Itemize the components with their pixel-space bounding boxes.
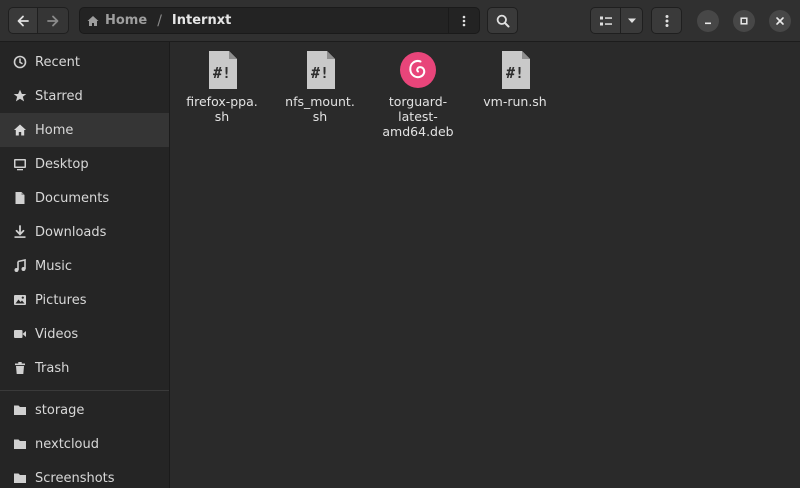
- sidebar-item-label: Starred: [35, 88, 83, 104]
- breadcrumb-home-label: Home: [105, 13, 148, 28]
- sidebar: Recent Starred Home Desktop Documents Do…: [0, 42, 170, 488]
- sidebar-item-label: Videos: [35, 326, 79, 342]
- search-icon: [496, 14, 509, 27]
- sidebar-item-label: storage: [35, 402, 85, 418]
- script-icon-text: #!: [213, 64, 231, 82]
- file-name: firefox-ppa. sh: [186, 94, 258, 124]
- sidebar-item-label: Trash: [35, 360, 70, 376]
- sidebar-bookmark-storage[interactable]: storage: [0, 393, 169, 427]
- script-icon-text: #!: [506, 64, 524, 82]
- minimize-button[interactable]: [697, 10, 719, 32]
- script-icon: #!: [209, 51, 237, 89]
- forward-button[interactable]: [37, 7, 69, 34]
- sidebar-item-music[interactable]: Music: [0, 249, 169, 283]
- sidebar-item-pictures[interactable]: Pictures: [0, 283, 169, 317]
- maximize-icon: [740, 17, 748, 25]
- sidebar-bookmark-screenshots[interactable]: Screenshots: [0, 461, 169, 488]
- file-item[interactable]: torguard-latest-amd64.deb: [370, 42, 466, 139]
- path-menu-button[interactable]: [448, 8, 479, 33]
- sidebar-item-label: Screenshots: [35, 470, 115, 486]
- vertical-dots-icon: [665, 14, 668, 27]
- folder-icon: [12, 470, 28, 486]
- document-icon: [12, 190, 28, 206]
- sidebar-item-videos[interactable]: Videos: [0, 317, 169, 351]
- minimize-icon: [705, 22, 711, 25]
- home-icon: [87, 15, 99, 26]
- breadcrumb-home[interactable]: Home: [87, 13, 147, 28]
- sidebar-item-label: Home: [35, 122, 74, 138]
- picture-icon: [12, 292, 28, 308]
- sidebar-item-label: Desktop: [35, 156, 89, 172]
- file-name: vm-run.sh: [483, 94, 547, 109]
- sidebar-item-downloads[interactable]: Downloads: [0, 215, 169, 249]
- sidebar-item-trash[interactable]: Trash: [0, 351, 169, 385]
- close-icon: [776, 17, 784, 25]
- script-icon-text: #!: [311, 64, 329, 82]
- desktop-icon: [12, 156, 28, 172]
- view-toggle-button[interactable]: [590, 7, 621, 34]
- sidebar-item-label: nextcloud: [35, 436, 100, 452]
- sidebar-item-label: Music: [35, 258, 72, 274]
- maximize-button[interactable]: [733, 10, 755, 32]
- sidebar-item-desktop[interactable]: Desktop: [0, 147, 169, 181]
- download-icon: [12, 224, 28, 240]
- search-button[interactable]: [487, 7, 518, 34]
- debian-package-icon: [400, 52, 436, 88]
- view-options-dropdown[interactable]: [620, 7, 643, 34]
- sidebar-item-label: Recent: [35, 54, 80, 70]
- sidebar-item-starred[interactable]: Starred: [0, 79, 169, 113]
- list-view-icon: [599, 16, 612, 25]
- sidebar-item-label: Pictures: [35, 292, 87, 308]
- main-menu-button[interactable]: [651, 7, 682, 34]
- path-bar: Home / Internxt: [79, 7, 480, 34]
- script-icon: #!: [502, 51, 530, 89]
- folder-icon: [12, 402, 28, 418]
- sidebar-item-label: Downloads: [35, 224, 107, 240]
- home-icon: [12, 122, 28, 138]
- breadcrumb-separator: /: [157, 12, 162, 29]
- chevron-down-icon: [627, 18, 636, 23]
- file-item[interactable]: #! vm-run.sh: [467, 42, 563, 109]
- clock-icon: [12, 54, 28, 70]
- back-button[interactable]: [8, 7, 38, 34]
- arrow-right-icon: [47, 15, 59, 26]
- file-name: torguard-latest-amd64.deb: [382, 94, 454, 139]
- sidebar-divider: [0, 390, 169, 391]
- sidebar-item-documents[interactable]: Documents: [0, 181, 169, 215]
- sidebar-bookmark-nextcloud[interactable]: nextcloud: [0, 427, 169, 461]
- file-name: nfs_mount. sh: [285, 94, 355, 124]
- sidebar-item-home[interactable]: Home: [0, 113, 169, 147]
- close-button[interactable]: [769, 10, 791, 32]
- file-view: #! firefox-ppa. sh #! nfs_mount. sh torgua…: [171, 42, 800, 488]
- video-icon: [12, 326, 28, 342]
- file-manager-window: Home / Internxt Recent Starred Home Desk…: [0, 0, 800, 488]
- file-item[interactable]: #! firefox-ppa. sh: [174, 42, 270, 124]
- music-icon: [12, 258, 28, 274]
- sidebar-item-recent[interactable]: Recent: [0, 45, 169, 79]
- header-bar: Home / Internxt: [0, 0, 800, 42]
- star-icon: [12, 88, 28, 104]
- breadcrumb-current[interactable]: Internxt: [172, 13, 231, 28]
- sidebar-item-label: Documents: [35, 190, 110, 206]
- file-item[interactable]: #! nfs_mount. sh: [272, 42, 368, 124]
- trash-icon: [12, 360, 28, 376]
- script-icon: #!: [307, 51, 335, 89]
- vertical-dots-icon: [462, 15, 466, 26]
- folder-icon: [12, 436, 28, 452]
- arrow-left-icon: [17, 15, 29, 26]
